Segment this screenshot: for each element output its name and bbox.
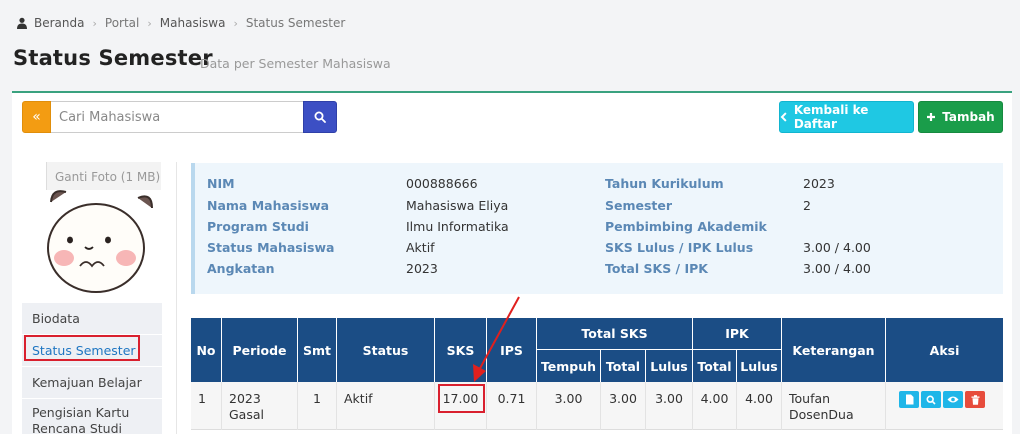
info-value-status: Aktif (406, 240, 435, 255)
sidebar-item-biodata[interactable]: Biodata (22, 302, 162, 334)
document-icon (905, 394, 913, 405)
page-subtitle: Data per Semester Mahasiswa (200, 56, 391, 71)
table-header: No Periode Smt Status SKS IPS Total SKS … (191, 318, 1003, 382)
sidebar-item-krs[interactable]: Pengisian Kartu Rencana Studi (22, 398, 162, 434)
divider (176, 162, 177, 434)
trash-icon (971, 394, 979, 405)
td-total: 3.00 (601, 382, 646, 430)
td-smt: 1 (298, 382, 337, 430)
search-icon (926, 394, 936, 405)
chevron-right-icon: › (147, 16, 152, 30)
td-periode: 2023 Gasal (222, 382, 298, 430)
search-icon (314, 111, 326, 123)
view-button[interactable] (943, 391, 963, 408)
td-no: 1 (191, 382, 222, 430)
th-lulus: Lulus (646, 350, 693, 382)
info-label-nim: NIM (207, 176, 235, 191)
page-title: Status Semester (13, 46, 213, 70)
double-chevron-left-icon: « (32, 109, 41, 125)
search-button[interactable] (303, 101, 337, 133)
delete-button[interactable] (965, 391, 985, 408)
th-total-sks: Total SKS (537, 318, 693, 350)
breadcrumb: Beranda › Portal › Mahasiswa › Status Se… (16, 16, 345, 30)
th-ips: IPS (487, 318, 537, 382)
row-actions (899, 391, 985, 408)
info-value-semester: 2 (803, 198, 811, 213)
info-label-total-sks: Total SKS / IPK (605, 261, 708, 276)
document-button[interactable] (899, 391, 919, 408)
info-value-nim: 000888666 (406, 176, 478, 191)
td-ipk-total: 4.00 (693, 382, 737, 430)
td-keterangan: Toufan DosenDua (782, 382, 886, 430)
info-value-nama: Mahasiswa Eliya (406, 198, 509, 213)
th-periode: Periode (222, 318, 298, 382)
th-total: Total (601, 350, 646, 382)
info-label-kurikulum: Tahun Kurikulum (605, 176, 724, 191)
sidebar-nav: Biodata Status Semester Kemajuan Belajar… (22, 302, 162, 434)
info-value-total-sks: 3.00 / 4.00 (803, 261, 871, 276)
info-label-pembimbing: Pembimbing Akademik (605, 219, 767, 234)
user-icon (17, 17, 27, 29)
td-tempuh: 3.00 (537, 382, 601, 430)
chevron-left-icon (780, 112, 787, 122)
th-ipk-total: Total (693, 350, 737, 382)
th-keterangan: Keterangan (782, 318, 886, 382)
info-label-nama: Nama Mahasiswa (207, 198, 330, 213)
eye-icon (947, 396, 959, 403)
back-to-list-button[interactable]: Kembali ke Daftar (779, 101, 914, 133)
search-detail-button[interactable] (921, 391, 941, 408)
info-label-prodi: Program Studi (207, 219, 309, 234)
info-label-angkatan: Angkatan (207, 261, 275, 276)
info-value-prodi: Ilmu Informatika (406, 219, 509, 234)
td-ipk-lulus: 4.00 (737, 382, 782, 430)
chevron-right-icon: › (92, 16, 97, 30)
back-button-label: Kembali ke Daftar (793, 103, 869, 131)
info-value-angkatan: 2023 (406, 261, 438, 276)
collapse-toggle-button[interactable]: « (22, 101, 51, 133)
info-label-sks-lulus: SKS Lulus / IPK Lulus (605, 240, 754, 255)
sks-highlight-box (438, 384, 485, 413)
td-status: Aktif (337, 382, 435, 430)
add-button[interactable]: Tambah (918, 101, 1003, 133)
breadcrumb-portal[interactable]: Portal (105, 16, 139, 30)
th-ipk-lulus: Lulus (737, 350, 782, 382)
info-value-sks-lulus: 3.00 / 4.00 (803, 240, 871, 255)
th-tempuh: Tempuh (537, 350, 601, 382)
breadcrumb-current: Status Semester (245, 16, 346, 30)
td-lulus: 3.00 (646, 382, 693, 430)
td-ips: 0.71 (487, 382, 537, 430)
th-no: No (191, 318, 222, 382)
th-status: Status (337, 318, 435, 382)
table-row: 1 2023 Gasal 1 Aktif 17.00 0.71 3.00 3.0… (191, 382, 1003, 430)
th-aksi: Aksi (929, 342, 960, 358)
th-smt: Smt (298, 318, 337, 382)
info-value-kurikulum: 2023 (803, 176, 835, 191)
breadcrumb-home[interactable]: Beranda (34, 16, 84, 30)
active-item-highlight (24, 335, 140, 361)
student-photo[interactable]: Ganti Foto (1 MB) (46, 162, 161, 302)
plus-icon (927, 113, 936, 121)
td-aksi (886, 382, 1003, 430)
info-label-semester: Semester (605, 198, 673, 213)
change-photo-label[interactable]: Ganti Foto (1 MB) (55, 170, 160, 184)
sidebar-item-kemajuan-belajar[interactable]: Kemajuan Belajar (22, 366, 162, 398)
th-sks: SKS (435, 318, 487, 382)
info-label-status: Status Mahasiswa (207, 240, 335, 255)
add-button-label: Tambah (942, 110, 995, 124)
th-ipk: IPK (693, 318, 782, 350)
chevron-right-icon: › (233, 16, 238, 30)
student-info-panel (191, 163, 1003, 294)
breadcrumb-mahasiswa[interactable]: Mahasiswa (160, 16, 226, 30)
search-input[interactable] (51, 101, 304, 133)
